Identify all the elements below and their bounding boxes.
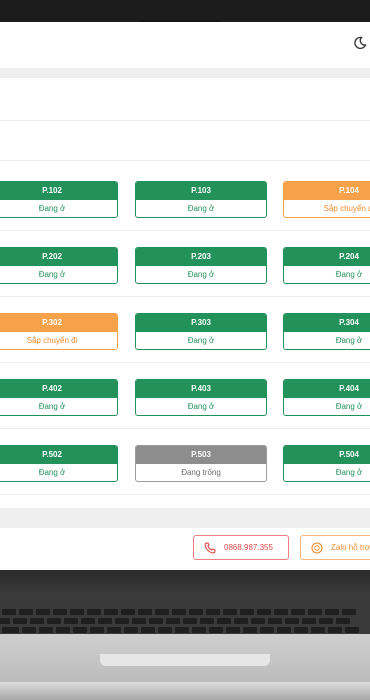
room-card-p203[interactable]: P.203 Đang ở: [135, 247, 267, 284]
room-status: Đang ở: [335, 270, 363, 279]
zalo-support-button[interactable]: Zalo hỗ trợ: [300, 535, 370, 560]
room-code: P.102: [0, 182, 117, 200]
phone-number: 0868.987.355: [224, 543, 273, 552]
keyboard: [0, 598, 370, 634]
phone-contact-button[interactable]: 0868.987.355: [193, 535, 289, 560]
section-divider: [0, 508, 370, 528]
room-status: Đang ở: [38, 468, 66, 477]
divider: [0, 120, 370, 121]
room-card-p104[interactable]: P.104 Sắp chuyển đi: [283, 181, 370, 218]
room-status: Đang ở: [187, 402, 215, 411]
app-screen: P.102 Đang ở P.103 Đang ở P.104 Sắp chuy…: [0, 22, 370, 570]
top-bar: [0, 22, 370, 68]
room-status: Đang ở: [335, 468, 363, 477]
room-card-p202[interactable]: P.202 Đang ở: [0, 247, 118, 284]
room-status: Đang ở: [38, 204, 66, 213]
room-card-p103[interactable]: P.103 Đang ở: [135, 181, 267, 218]
room-status: Sắp chuyển đi: [26, 336, 78, 345]
laptop-hinge: [0, 570, 370, 598]
laptop-edge: [0, 682, 370, 700]
room-card-p303[interactable]: P.303 Đang ở: [135, 313, 267, 350]
room-code: P.402: [0, 380, 117, 398]
zalo-label: Zalo hỗ trợ: [331, 543, 370, 552]
room-card-p402[interactable]: P.402 Đang ở: [0, 379, 118, 416]
room-card-p502[interactable]: P.502 Đang ở: [0, 445, 118, 482]
trackpad: [100, 654, 270, 666]
room-status: Đang ở: [187, 204, 215, 213]
room-code: P.502: [0, 446, 117, 464]
room-code: P.304: [284, 314, 370, 332]
room-card-p302[interactable]: P.302 Sắp chuyển đi: [0, 313, 118, 350]
divider: [0, 362, 370, 363]
divider: [0, 494, 370, 495]
room-card-p102[interactable]: P.102 Đang ở: [0, 181, 118, 218]
room-status: Đang ở: [187, 336, 215, 345]
room-code: P.104: [284, 182, 370, 200]
moon-icon: [354, 36, 367, 49]
room-status: Đang ở: [38, 270, 66, 279]
room-card-p503[interactable]: P.503 Đang trống: [135, 445, 267, 482]
room-code: P.404: [284, 380, 370, 398]
laptop-deck: [0, 634, 370, 700]
room-status: Đang trống: [181, 468, 221, 477]
room-card-p204[interactable]: P.204 Đang ở: [283, 247, 370, 284]
room-code: P.403: [136, 380, 266, 398]
theme-toggle-button[interactable]: [353, 36, 370, 54]
divider: [0, 230, 370, 231]
room-code: P.204: [284, 248, 370, 266]
room-code: P.302: [0, 314, 117, 332]
room-status: Đang ở: [335, 402, 363, 411]
zalo-icon: [311, 541, 323, 554]
room-status: Sắp chuyển đi: [323, 204, 370, 213]
room-status: Đang ở: [335, 336, 363, 345]
laptop-bezel: [0, 0, 370, 22]
section-divider: [0, 68, 370, 78]
room-status: Đang ở: [187, 270, 215, 279]
room-code: P.203: [136, 248, 266, 266]
room-code: P.202: [0, 248, 117, 266]
room-status: Đang ở: [38, 402, 66, 411]
room-card-p304[interactable]: P.304 Đang ở: [283, 313, 370, 350]
room-code: P.103: [136, 182, 266, 200]
laptop-base: [0, 570, 370, 700]
room-card-p504[interactable]: P.504 Đang ở: [283, 445, 370, 482]
room-code: P.503: [136, 446, 266, 464]
room-code: P.303: [136, 314, 266, 332]
divider: [0, 160, 370, 161]
room-code: P.504: [284, 446, 370, 464]
phone-icon: [204, 541, 216, 554]
divider: [0, 428, 370, 429]
room-card-p403[interactable]: P.403 Đang ở: [135, 379, 267, 416]
room-card-p404[interactable]: P.404 Đang ở: [283, 379, 370, 416]
divider: [0, 296, 370, 297]
